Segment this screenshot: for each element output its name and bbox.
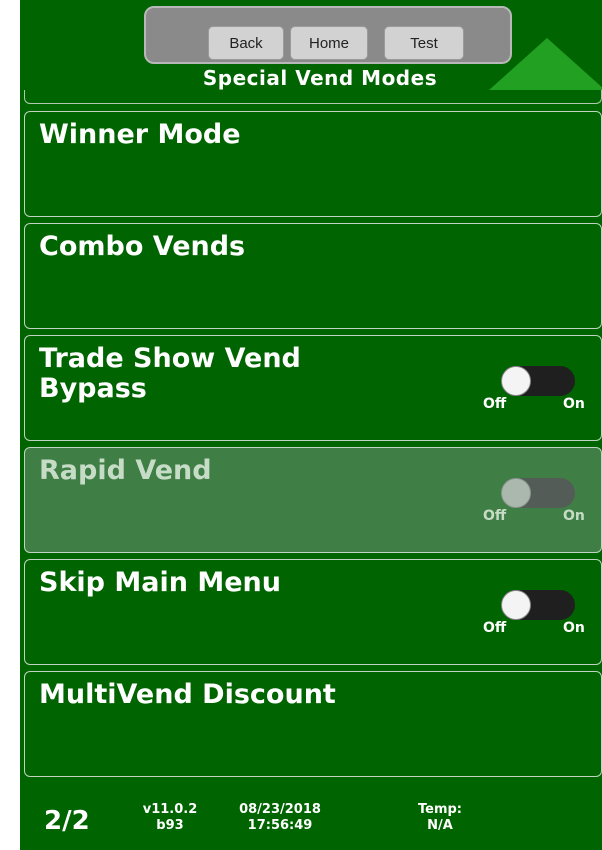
- row-label: Trade Show Vend Bypass: [39, 343, 301, 404]
- toggle-knob: [501, 366, 531, 396]
- version-info: v11.0.2 b93: [128, 802, 212, 834]
- toggle-on-label: On: [563, 620, 585, 636]
- test-button[interactable]: Test: [384, 26, 464, 60]
- row-multivend-discount[interactable]: MultiVend Discount: [24, 671, 602, 777]
- row-label: MultiVend Discount: [39, 679, 336, 710]
- rapid-vend-toggle: [501, 478, 575, 508]
- list-top-edge: [24, 90, 602, 104]
- temperature-info: Temp: N/A: [400, 802, 480, 834]
- row-label: Skip Main Menu: [39, 567, 281, 598]
- toggle-off-label: Off: [483, 508, 507, 524]
- row-label: Combo Vends: [39, 231, 246, 262]
- vend-screen: Back Home Test Special Vend Modes Winner…: [20, 0, 602, 850]
- time-text: 17:56:49: [247, 818, 313, 833]
- skip-main-menu-toggle[interactable]: [501, 590, 575, 620]
- row-combo-vends[interactable]: Combo Vends: [24, 223, 602, 329]
- toggle-knob: [501, 590, 531, 620]
- datetime-info: 08/23/2018 17:56:49: [224, 802, 336, 834]
- row-label: Rapid Vend: [39, 455, 212, 486]
- build-text: b93: [156, 818, 184, 833]
- trade-show-vend-bypass-toggle[interactable]: [501, 366, 575, 396]
- temp-value: N/A: [427, 818, 453, 833]
- row-rapid-vend: Rapid Vend Off On: [24, 447, 602, 553]
- page-indicator: 2/2: [44, 806, 90, 836]
- toggle-off-label: Off: [483, 620, 507, 636]
- toggle-knob: [501, 478, 531, 508]
- home-button[interactable]: Home: [290, 26, 368, 60]
- date-text: 08/23/2018: [239, 802, 321, 817]
- row-trade-show-vend-bypass[interactable]: Trade Show Vend Bypass Off On: [24, 335, 602, 441]
- temp-label: Temp:: [417, 802, 462, 817]
- row-label: Winner Mode: [39, 119, 241, 150]
- toggle-on-label: On: [563, 396, 585, 412]
- toggle-on-label: On: [563, 508, 585, 524]
- version-text: v11.0.2: [142, 802, 198, 817]
- header-panel: Back Home Test: [144, 6, 512, 64]
- page-title: Special Vend Modes: [202, 66, 438, 90]
- scroll-up-icon[interactable]: [489, 38, 602, 90]
- status-footer: 2/2 v11.0.2 b93 08/23/2018 17:56:49 Temp…: [20, 790, 602, 850]
- back-button[interactable]: Back: [208, 26, 284, 60]
- row-skip-main-menu[interactable]: Skip Main Menu Off On: [24, 559, 602, 665]
- toggle-off-label: Off: [483, 396, 507, 412]
- row-winner-mode[interactable]: Winner Mode: [24, 111, 602, 217]
